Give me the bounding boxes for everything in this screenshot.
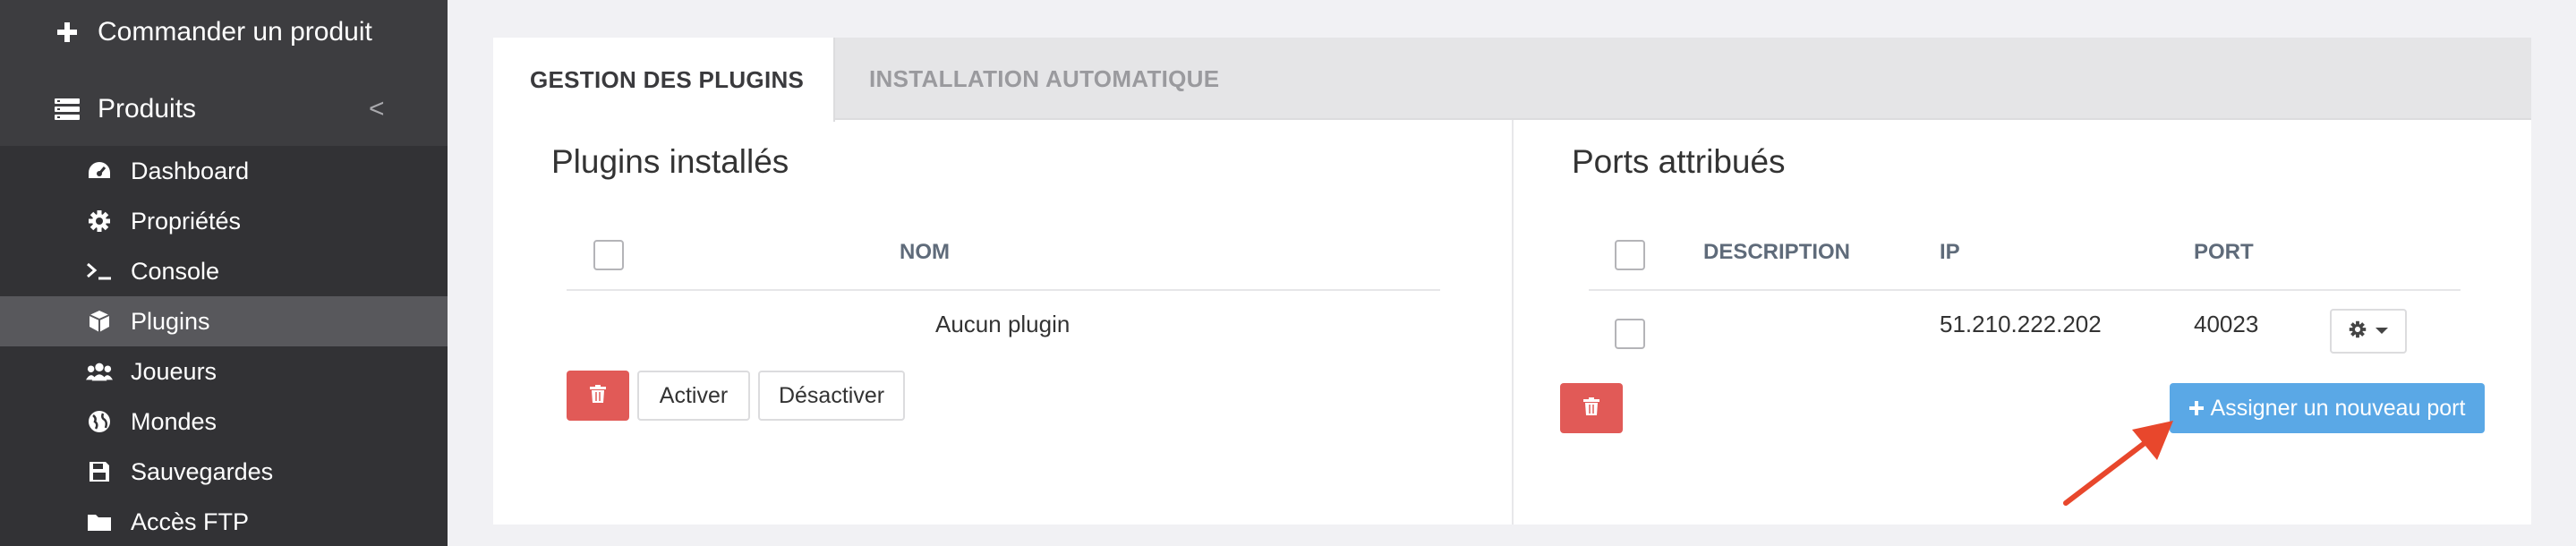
tab-bar: GESTION DES PLUGINS INSTALLATION AUTOMAT… [493, 38, 2531, 122]
delete-plugins-button[interactable] [567, 371, 629, 421]
plus-icon [54, 19, 81, 46]
folder-icon [86, 508, 113, 535]
sidebar-item-order-product[interactable]: Commander un produit [0, 16, 448, 48]
sidebar-item-properties[interactable]: Propriétés [0, 196, 448, 246]
select-all-plugins-checkbox[interactable] [593, 240, 624, 270]
sidebar-item-console[interactable]: Console [0, 246, 448, 296]
sidebar-item-label: Commander un produit [98, 17, 372, 47]
row-ip: 51.210.222.202 [1940, 311, 2102, 337]
assign-new-port-button[interactable]: Assigner un nouveau port [2170, 383, 2485, 433]
trash-icon [590, 384, 606, 407]
annotation-arrow-icon [2063, 421, 2173, 506]
delete-ports-button[interactable] [1560, 383, 1623, 433]
gear-icon [86, 208, 113, 235]
sidebar-item-label: Produits [98, 94, 197, 124]
dashboard-icon [86, 158, 113, 184]
sidebar-item-label: Dashboard [131, 157, 250, 184]
products-subnav: Dashboard Propriétés Console Plugins Jou… [0, 146, 448, 546]
sidebar-item-label: Joueurs [131, 357, 218, 385]
row-checkbox[interactable] [1615, 319, 1645, 349]
sidebar-item-products[interactable]: Produits < [0, 93, 448, 125]
plugins-panel: GESTION DES PLUGINS INSTALLATION AUTOMAT… [493, 38, 2531, 525]
sidebar-item-label: Propriétés [131, 207, 242, 235]
trash-icon [1583, 397, 1599, 420]
sidebar-item-ftp-access[interactable]: Accès FTP [0, 497, 448, 546]
assign-new-port-label: Assigner un nouveau port [2210, 395, 2466, 421]
sidebar-item-plugins[interactable]: Plugins [0, 296, 448, 346]
tab-plugin-management[interactable]: GESTION DES PLUGINS [493, 38, 835, 122]
activate-button[interactable]: Activer [637, 371, 750, 421]
empty-plugins-text: Aucun plugin [935, 311, 1070, 337]
table-header-divider [1589, 289, 2461, 291]
assigned-ports-title: Ports attribués [1572, 143, 1786, 180]
column-header-ip: IP [1940, 240, 1960, 264]
row-settings-dropdown[interactable] [2330, 309, 2407, 354]
select-all-ports-checkbox[interactable] [1615, 240, 1645, 270]
sidebar-item-label: Console [131, 257, 220, 285]
sidebar-item-backups[interactable]: Sauvegardes [0, 447, 448, 497]
sidebar-item-label: Sauvegardes [131, 457, 274, 485]
save-icon [86, 458, 113, 485]
sidebar-item-players[interactable]: Joueurs [0, 346, 448, 397]
terminal-icon [86, 258, 113, 285]
sidebar-item-label: Accès FTP [131, 508, 250, 535]
row-port: 40023 [2194, 311, 2259, 337]
column-header-description: DESCRIPTION [1703, 240, 1851, 264]
deactivate-button[interactable]: Désactiver [758, 371, 905, 421]
users-icon [86, 358, 113, 385]
caret-down-icon [2376, 323, 2388, 339]
sidebar: Commander un produit Produits < Dashboar… [0, 0, 448, 546]
column-header-port: PORT [2194, 240, 2254, 264]
chevron-left-icon: < [369, 94, 385, 124]
cube-icon [86, 308, 113, 335]
globe-icon [86, 408, 113, 435]
column-header-name: NOM [900, 240, 950, 264]
tab-auto-install[interactable]: INSTALLATION AUTOMATIQUE [869, 38, 1219, 120]
gear-icon [2349, 320, 2367, 343]
sidebar-item-worlds[interactable]: Mondes [0, 397, 448, 447]
table-header-divider [567, 289, 1440, 291]
sidebar-item-label: Plugins [131, 307, 210, 335]
section-divider [1512, 120, 1514, 525]
server-icon [54, 96, 81, 123]
sidebar-item-label: Mondes [131, 407, 218, 435]
sidebar-item-dashboard[interactable]: Dashboard [0, 146, 448, 196]
installed-plugins-title: Plugins installés [551, 143, 789, 180]
